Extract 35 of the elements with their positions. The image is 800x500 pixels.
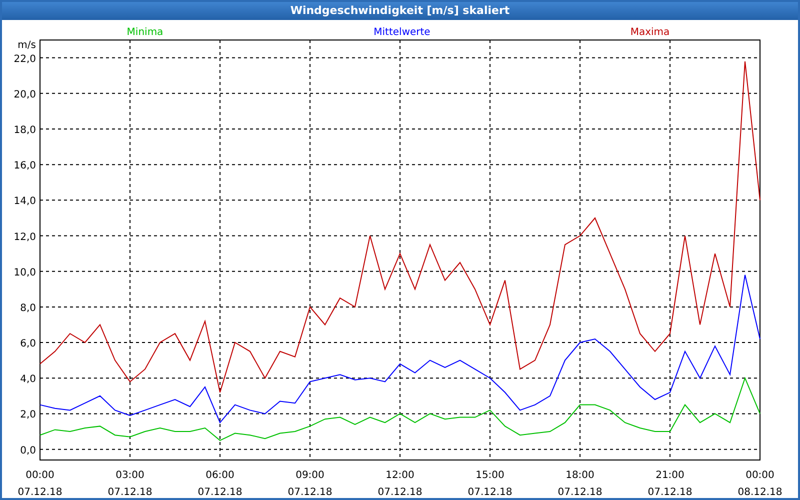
time-tick-label: 03:00 [116,470,144,481]
time-tick-label: 09:00 [296,470,324,481]
date-tick-label: 07.12.18 [288,487,332,498]
date-tick-label: 07.12.18 [558,487,602,498]
time-tick-label: 00:00 [746,470,774,481]
window-title: Windgeschwindigkeit [m/s] skaliert [2,2,798,20]
time-tick-label: 06:00 [206,470,234,481]
y-tick-label: 0,0 [20,445,36,456]
y-tick-label: 20,0 [14,89,36,100]
y-tick-label: 22,0 [14,54,36,65]
y-tick-label: 8,0 [20,302,36,314]
legend-label: Maxima [630,27,670,38]
y-tick-label: 2,0 [20,410,36,421]
y-tick-label: 10,0 [14,267,36,278]
y-tick-label: 18,0 [14,124,36,136]
time-tick-label: 12:00 [386,470,414,481]
time-tick-label: 00:00 [26,470,54,481]
legend-label: Mittelwerte [374,27,430,38]
date-tick-label: 07.12.18 [648,487,692,498]
y-tick-label: 16,0 [14,160,36,172]
y-tick-label: 6,0 [20,338,36,350]
date-tick-label: 07.12.18 [468,487,512,498]
date-tick-label: 07.12.18 [378,487,422,498]
legend-label: Minima [126,27,164,38]
y-tick-label: 14,0 [14,196,36,208]
date-tick-label: 07.12.18 [198,487,242,498]
time-tick-label: 18:00 [566,470,594,481]
y-tick-label: 12,0 [14,232,36,243]
time-tick-label: 15:00 [476,470,504,481]
time-tick-label: 21:00 [656,470,684,481]
date-tick-label: 07.12.18 [108,487,152,498]
axis-unit-label: m/s [18,40,36,51]
date-tick-label: 07.12.18 [18,487,62,498]
date-tick-label: 08.12.18 [738,487,782,498]
y-tick-label: 4,0 [20,374,36,386]
